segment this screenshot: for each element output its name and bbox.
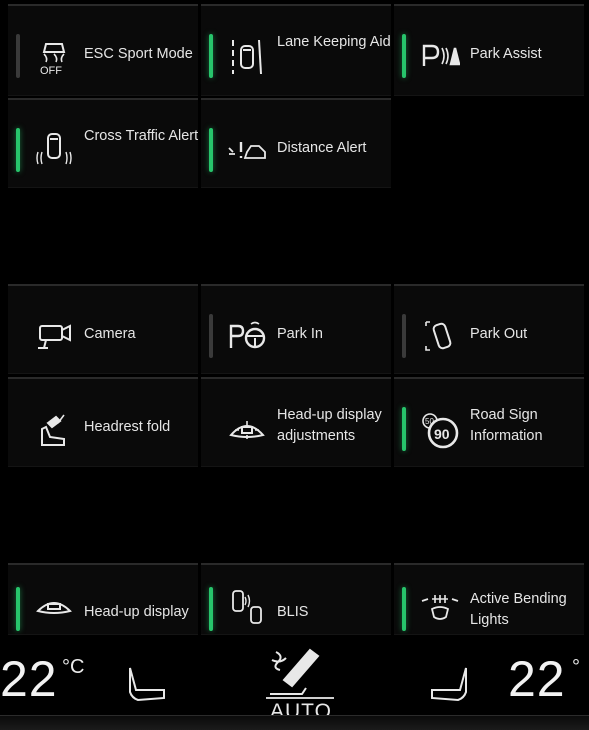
indicator-on [16, 587, 20, 631]
camera-icon [32, 314, 76, 358]
indicator-on [402, 587, 406, 631]
park-assist-icon [418, 34, 462, 78]
indicator-off [402, 314, 406, 358]
tile-esc-sport-mode[interactable]: OFF ESC Sport Mode [8, 4, 198, 96]
hud-icon [32, 585, 76, 629]
tile-label: Head-up display [84, 604, 189, 620]
tile-lane-keeping-aid[interactable]: Lane Keeping Aid [201, 4, 391, 96]
tile-distance-alert[interactable]: Distance Alert [201, 98, 391, 188]
tile-label: Camera [84, 326, 136, 342]
right-seat-heat-icon[interactable] [424, 662, 472, 706]
lane-keeping-icon [225, 34, 269, 78]
right-temperature-unit: ° [572, 656, 580, 678]
left-temperature[interactable]: 22 [0, 650, 58, 708]
indicator-off [209, 314, 213, 358]
indicator-on [209, 587, 213, 631]
tile-head-up-display[interactable]: Head-up display [8, 563, 198, 635]
park-in-icon [225, 314, 269, 358]
distance-alert-icon [225, 128, 269, 172]
indicator-on [209, 128, 213, 172]
bending-lights-icon [418, 585, 462, 629]
indicator-on [402, 34, 406, 78]
tile-park-assist[interactable]: Park Assist [394, 4, 584, 96]
tile-hud-adjustments[interactable]: Head-up display adjustments [201, 377, 391, 467]
tile-label: Headrest fold [84, 419, 171, 435]
indicator-on [16, 128, 20, 172]
tile-camera[interactable]: Camera [8, 284, 198, 374]
park-out-icon [418, 314, 462, 358]
tile-label: ESC Sport Mode [84, 46, 193, 62]
function-view-screen: OFF ESC Sport Mode Lane Keeping Aid Park [0, 0, 589, 730]
headrest-fold-icon [32, 407, 76, 451]
blis-icon [225, 585, 269, 629]
tile-label: Active Bending Lights [470, 591, 567, 628]
indicator-on [209, 34, 213, 78]
road-sign-icon: 50 90 [418, 407, 462, 451]
tile-headrest-fold[interactable]: Headrest fold [8, 377, 198, 467]
tile-label: Park Out [470, 326, 528, 342]
auto-underline [266, 697, 334, 699]
tile-park-out[interactable]: Park Out [394, 284, 584, 374]
tile-label: Distance Alert [277, 140, 367, 156]
svg-text:OFF: OFF [40, 65, 62, 76]
tile-label: Head-up display adjustments [277, 407, 382, 444]
tile-label: Road Sign Information [470, 407, 543, 444]
left-seat-heat-icon[interactable] [124, 662, 172, 706]
tile-active-bending-lights[interactable]: Active Bending Lights [394, 563, 584, 635]
svg-text:90: 90 [434, 426, 450, 442]
fan-auto-icon[interactable] [262, 648, 332, 704]
hud-adjust-icon [225, 407, 269, 451]
tile-park-in[interactable]: Park In [201, 284, 391, 374]
left-temperature-unit: °C [62, 656, 85, 678]
tile-label: Park In [277, 326, 323, 342]
tile-label: Lane Keeping Aid [277, 34, 391, 50]
tile-label: Cross Traffic Alert [84, 128, 199, 144]
tile-road-sign-information[interactable]: 50 90 Road Sign Information [394, 377, 584, 467]
cross-traffic-icon [32, 128, 76, 172]
indicator-on [402, 407, 406, 451]
tile-label: Park Assist [470, 46, 542, 62]
esc-off-icon: OFF [32, 34, 76, 78]
screen-bottom-edge [0, 715, 589, 730]
tile-blis[interactable]: BLIS [201, 563, 391, 635]
indicator-off [16, 34, 20, 78]
tile-cross-traffic-alert[interactable]: Cross Traffic Alert [8, 98, 198, 188]
tile-label: BLIS [277, 604, 309, 620]
right-temperature[interactable]: 22 [508, 650, 566, 708]
